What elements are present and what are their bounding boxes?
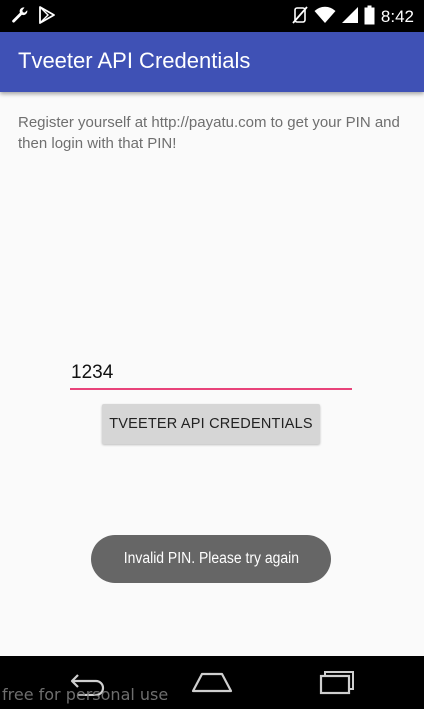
toast-message: Invalid PIN. Please try again: [91, 535, 331, 583]
signal-icon: [341, 6, 358, 28]
recents-button[interactable]: [313, 668, 357, 698]
main-content: Register yourself at http://payatu.com t…: [0, 92, 424, 656]
app-bar: Tveeter API Credentials: [0, 32, 424, 92]
home-button[interactable]: [190, 668, 234, 698]
app-title: Tveeter API Credentials: [18, 48, 251, 73]
status-bar: 8:42: [0, 0, 424, 32]
home-icon: [191, 672, 233, 693]
pin-input[interactable]: [70, 358, 352, 390]
status-time: 8:42: [380, 7, 414, 26]
watermark-text: free for personal use: [2, 685, 169, 704]
recents-icon: [319, 671, 354, 695]
mute-icon: [292, 5, 308, 29]
play-store-icon: [38, 5, 56, 29]
battery-icon: [364, 5, 375, 29]
wrench-icon: [10, 5, 30, 29]
instructions-text: Register yourself at http://payatu.com t…: [18, 114, 400, 152]
toast-text: Invalid PIN. Please try again: [123, 550, 299, 567]
tveeter-credentials-button[interactable]: TVEETER API CREDENTIALS: [102, 404, 320, 444]
wifi-icon: [314, 6, 336, 28]
